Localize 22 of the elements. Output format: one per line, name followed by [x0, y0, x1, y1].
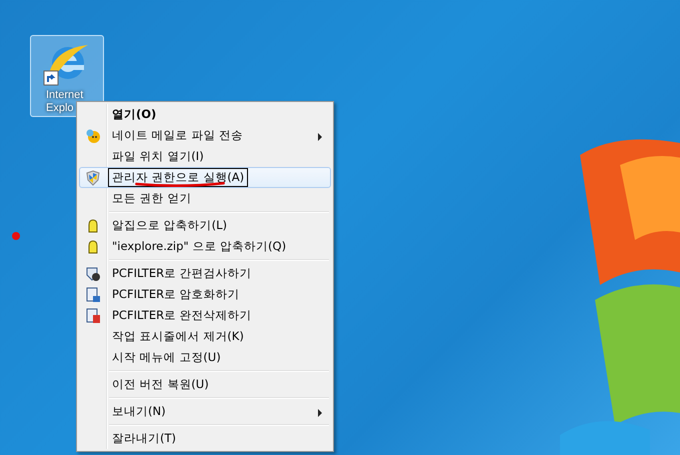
menu-item[interactable]: 네이트 메일로 파일 전송 — [79, 125, 331, 146]
menu-item[interactable]: 알집으로 압축하기(L) — [79, 215, 331, 236]
shield-icon — [85, 170, 101, 186]
menu-item[interactable]: PCFILTER로 암호화하기 — [79, 284, 331, 305]
shield-letter-icon — [85, 266, 101, 282]
submenu-arrow-icon — [318, 409, 322, 417]
menu-item[interactable]: 작업 표시줄에서 제거(K) — [79, 326, 331, 347]
menu-item[interactable]: 보내기(N) — [79, 401, 331, 422]
menu-item[interactable]: 잘라내기(T) — [79, 428, 331, 449]
menu-item[interactable]: 파일 위치 열기(I) — [79, 146, 331, 167]
menu-item[interactable]: "iexplore.zip" 으로 압축하기(Q) — [79, 236, 331, 257]
submenu-arrow-icon — [318, 133, 322, 141]
menu-item[interactable]: PCFILTER로 완전삭제하기 — [79, 305, 331, 326]
smiley-icon — [85, 128, 101, 144]
menu-item[interactable]: 모든 권한 얻기 — [79, 188, 331, 209]
menu-item[interactable]: 시작 메뉴에 고정(U) — [79, 347, 331, 368]
menu-item[interactable]: PCFILTER로 간편검사하기 — [79, 263, 331, 284]
menu-item[interactable]: 이전 버전 복원(U) — [79, 374, 331, 395]
marker-dot — [12, 232, 20, 240]
document-lock-icon — [85, 286, 101, 302]
document-delete-icon — [85, 308, 101, 324]
menu-item[interactable]: 관리자 권한으로 실행(A) — [79, 167, 331, 188]
